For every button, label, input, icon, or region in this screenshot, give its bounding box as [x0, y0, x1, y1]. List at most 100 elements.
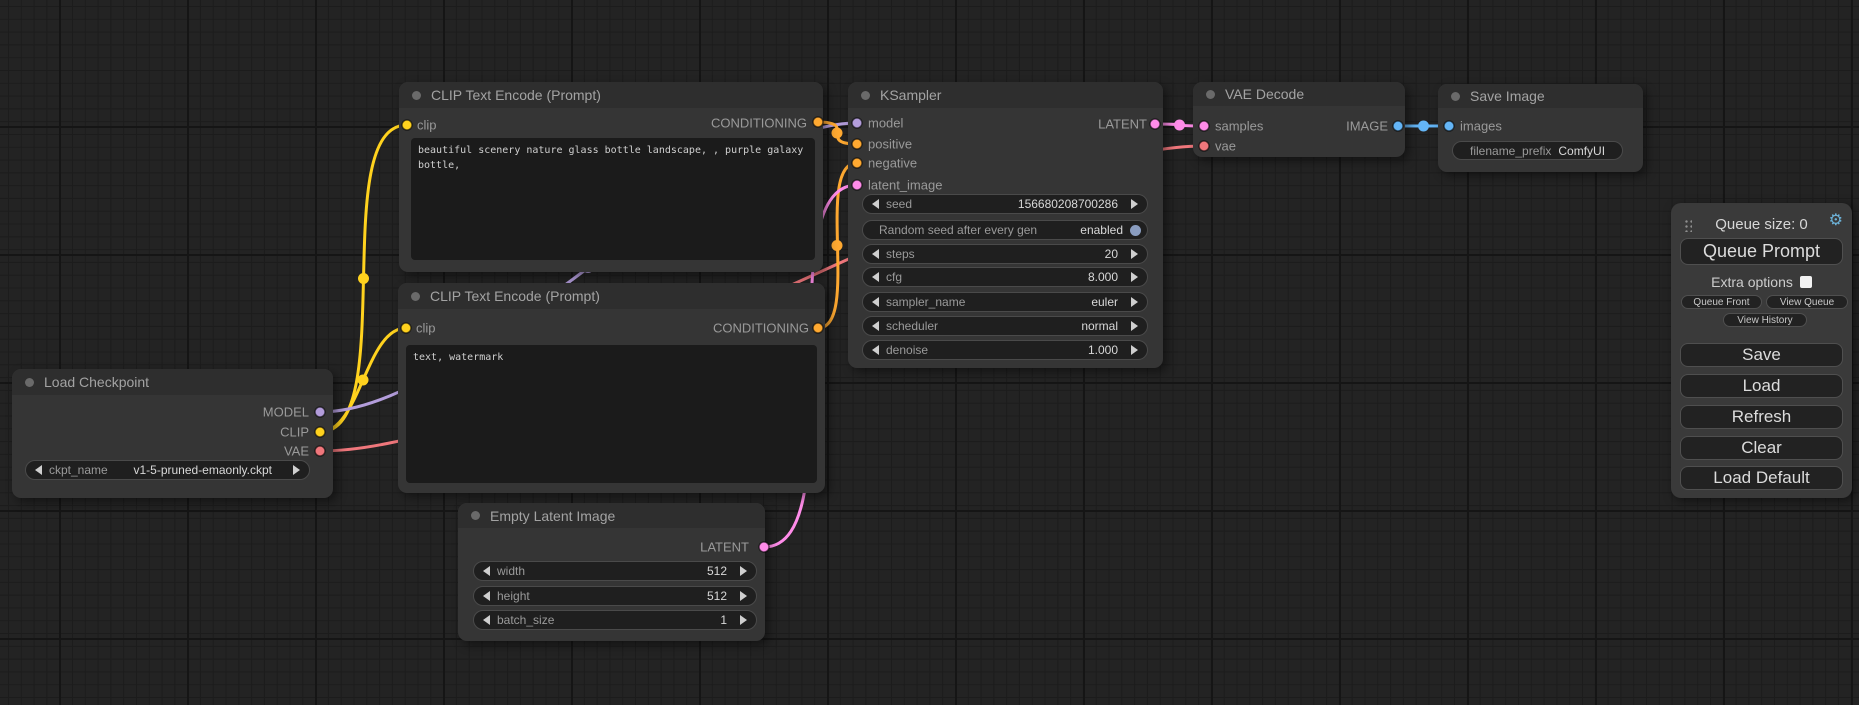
random-seed-toggle-widget[interactable]: Random seed after every gen enabled [862, 220, 1148, 240]
drag-handle-icon[interactable] [1684, 219, 1692, 232]
increment-arrow-icon[interactable] [1131, 297, 1138, 307]
widget-label: sampler_name [886, 295, 965, 309]
decrement-arrow-icon[interactable] [872, 249, 879, 259]
output-label-conditioning: CONDITIONING [713, 321, 809, 336]
clear-button[interactable]: Clear [1680, 436, 1843, 460]
decrement-arrow-icon[interactable] [872, 321, 879, 331]
node-graph-canvas[interactable]: Load Checkpoint MODEL CLIP VAE ckpt_name… [0, 0, 1859, 705]
collapse-dot-icon[interactable] [1451, 92, 1460, 101]
node-empty-latent-image[interactable]: Empty Latent Image LATENT width 512 heig… [458, 503, 765, 641]
increment-arrow-icon[interactable] [740, 591, 747, 601]
node-titlebar[interactable]: Save Image [1438, 84, 1643, 108]
decrement-arrow-icon[interactable] [872, 297, 879, 307]
node-clip-text-encode-positive[interactable]: CLIP Text Encode (Prompt) clip CONDITION… [399, 82, 823, 272]
widget-value[interactable]: 512 [707, 589, 727, 603]
prompt-textarea[interactable]: beautiful scenery nature glass bottle la… [411, 138, 815, 260]
decrement-arrow-icon[interactable] [35, 465, 42, 475]
batch-size-widget[interactable]: batch_size 1 [473, 610, 757, 630]
node-save-image[interactable]: Save Image images filename_prefix ComfyU… [1438, 84, 1643, 172]
view-history-button[interactable]: View History [1723, 313, 1807, 327]
collapse-dot-icon[interactable] [412, 91, 421, 100]
widget-value[interactable]: 1 [720, 613, 727, 627]
node-titlebar[interactable]: KSampler [848, 82, 1163, 108]
widget-value[interactable]: 1.000 [1088, 343, 1118, 357]
node-title: Empty Latent Image [490, 508, 615, 524]
output-label-conditioning: CONDITIONING [711, 116, 807, 131]
decrement-arrow-icon[interactable] [872, 272, 879, 282]
save-button[interactable]: Save [1680, 343, 1843, 367]
link-midpoint-dot [358, 375, 369, 386]
increment-arrow-icon[interactable] [1131, 272, 1138, 282]
collapse-dot-icon[interactable] [411, 292, 420, 301]
input-label-negative: negative [868, 156, 917, 171]
prompt-textarea[interactable]: text, watermark [406, 345, 817, 483]
input-label-samples: samples [1215, 119, 1263, 134]
node-load-checkpoint[interactable]: Load Checkpoint MODEL CLIP VAE ckpt_name… [12, 369, 333, 498]
widget-value[interactable]: v1-5-pruned-emaonly.ckpt [133, 463, 272, 477]
queue-menu-panel[interactable]: Queue size: 0 ⚙ Queue Prompt Extra optio… [1671, 203, 1852, 498]
input-label-positive: positive [868, 137, 912, 152]
widget-value[interactable]: 8.000 [1088, 270, 1118, 284]
widget-value[interactable]: normal [1081, 319, 1118, 333]
collapse-dot-icon[interactable] [861, 91, 870, 100]
refresh-button[interactable]: Refresh [1680, 405, 1843, 429]
load-default-button[interactable]: Load Default [1680, 466, 1843, 490]
node-titlebar[interactable]: CLIP Text Encode (Prompt) [399, 82, 823, 108]
node-clip-text-encode-negative[interactable]: CLIP Text Encode (Prompt) clip CONDITION… [398, 283, 825, 493]
view-queue-button[interactable]: View Queue [1766, 295, 1848, 309]
input-label-clip: clip [417, 118, 437, 133]
seed-widget[interactable]: seed 156680208700286 [862, 194, 1148, 214]
widget-value[interactable]: euler [1091, 295, 1118, 309]
collapse-dot-icon[interactable] [25, 378, 34, 387]
queue-front-button[interactable]: Queue Front [1681, 295, 1762, 309]
link-midpoint-dot [1174, 120, 1185, 131]
ckpt-name-widget[interactable]: ckpt_name v1-5-pruned-emaonly.ckpt [25, 460, 310, 480]
decrement-arrow-icon[interactable] [483, 566, 490, 576]
gear-icon[interactable]: ⚙ [1829, 213, 1843, 229]
increment-arrow-icon[interactable] [293, 465, 300, 475]
node-vae-decode[interactable]: VAE Decode samples vae IMAGE [1193, 82, 1405, 157]
node-ksampler[interactable]: KSampler model positive negative latent_… [848, 82, 1163, 368]
link-midpoint-dot [358, 273, 369, 284]
collapse-dot-icon[interactable] [471, 511, 480, 520]
decrement-arrow-icon[interactable] [483, 615, 490, 625]
width-widget[interactable]: width 512 [473, 561, 757, 581]
input-label-clip: clip [416, 321, 436, 336]
widget-value[interactable]: 156680208700286 [1018, 197, 1118, 211]
extra-options-checkbox[interactable] [1800, 276, 1812, 288]
steps-widget[interactable]: steps 20 [862, 244, 1148, 264]
filename-prefix-widget[interactable]: filename_prefix ComfyUI [1452, 141, 1623, 160]
denoise-widget[interactable]: denoise 1.000 [862, 340, 1148, 360]
collapse-dot-icon[interactable] [1206, 90, 1215, 99]
widget-value[interactable]: ComfyUI [1558, 144, 1605, 158]
node-titlebar[interactable]: CLIP Text Encode (Prompt) [398, 283, 825, 309]
decrement-arrow-icon[interactable] [872, 345, 879, 355]
load-button[interactable]: Load [1680, 374, 1843, 398]
increment-arrow-icon[interactable] [1131, 321, 1138, 331]
cfg-widget[interactable]: cfg 8.000 [862, 267, 1148, 287]
output-label-model: MODEL [263, 405, 309, 420]
decrement-arrow-icon[interactable] [872, 199, 879, 209]
link-midpoint-dot [832, 240, 843, 251]
increment-arrow-icon[interactable] [1131, 345, 1138, 355]
toggle-knob-icon[interactable] [1130, 225, 1141, 236]
output-label-clip: CLIP [280, 425, 309, 440]
scheduler-widget[interactable]: scheduler normal [862, 316, 1148, 336]
queue-prompt-button[interactable]: Queue Prompt [1680, 238, 1843, 265]
height-widget[interactable]: height 512 [473, 586, 757, 606]
node-titlebar[interactable]: Empty Latent Image [458, 503, 765, 528]
node-title: VAE Decode [1225, 86, 1304, 102]
decrement-arrow-icon[interactable] [483, 591, 490, 601]
increment-arrow-icon[interactable] [740, 615, 747, 625]
widget-value[interactable]: 20 [1105, 247, 1118, 261]
output-label-latent: LATENT [700, 540, 749, 555]
widget-value: enabled [1080, 223, 1123, 237]
widget-value[interactable]: 512 [707, 564, 727, 578]
increment-arrow-icon[interactable] [1131, 199, 1138, 209]
node-titlebar[interactable]: Load Checkpoint [12, 369, 333, 395]
increment-arrow-icon[interactable] [1131, 249, 1138, 259]
node-titlebar[interactable]: VAE Decode [1193, 82, 1405, 106]
queue-size-label: Queue size: 0 [1695, 216, 1828, 233]
increment-arrow-icon[interactable] [740, 566, 747, 576]
sampler-name-widget[interactable]: sampler_name euler [862, 292, 1148, 312]
